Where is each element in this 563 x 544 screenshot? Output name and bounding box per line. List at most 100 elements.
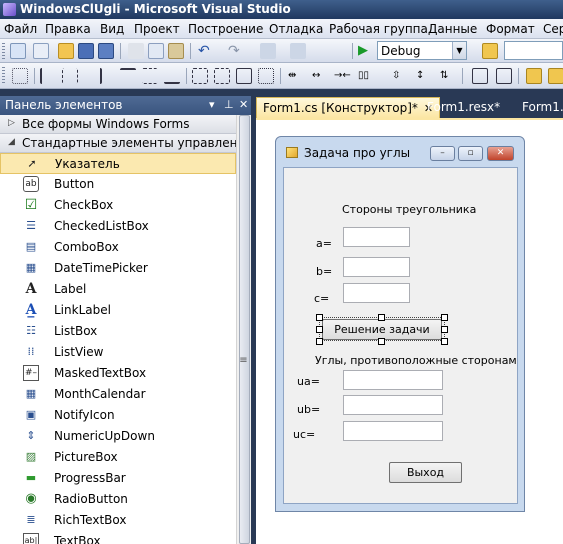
tab-form1-designer[interactable]: Form1.cs [Конструктор]* ✕ [256,97,441,118]
splitter-grip-icon[interactable]: ≡ [236,355,251,385]
exit-button[interactable]: Выход [389,462,462,483]
resize-handle[interactable] [316,338,323,345]
open-icon[interactable] [58,43,74,59]
find-combo[interactable] [504,41,563,60]
toolbar-grip[interactable] [2,67,5,83]
size-to-grid-icon[interactable] [258,68,274,84]
make-same-width-icon[interactable] [192,68,208,84]
cut-icon[interactable] [128,43,144,59]
solve-button[interactable]: Решение задачи [322,319,442,340]
start-debugging-icon[interactable]: ▶ [358,43,374,59]
menu-format[interactable]: Формат [486,22,535,36]
toolbox-item-pointer[interactable]: ➚ Указатель [0,153,236,174]
align-to-grid-icon[interactable] [12,68,28,84]
scrollbar-thumb[interactable] [239,115,250,544]
resize-handle[interactable] [441,326,448,333]
menu-project[interactable]: Проект [134,22,180,36]
horizontal-spacing-icon[interactable]: ⇹ [288,68,304,84]
toolbox-item-checkbox[interactable]: ☑ CheckBox [0,195,236,216]
decrease-horizontal-spacing-icon[interactable]: →← [334,68,351,84]
vertical-spacing-icon[interactable]: ⇳ [392,68,408,84]
menu-debug[interactable]: Отладка [269,22,323,36]
toolbox-item-notifyicon[interactable]: ▣ NotifyIcon [0,405,236,426]
align-middles-icon[interactable] [142,68,158,84]
toolbox-item-listbox[interactable]: ☷ ListBox [0,321,236,342]
toolbox-item-combobox[interactable]: ▤ ComboBox [0,237,236,258]
align-lefts-icon[interactable] [40,68,56,84]
remove-horizontal-spacing-icon[interactable]: ▯▯ [358,68,374,84]
side-a-textbox[interactable] [343,227,410,247]
toolbox-item-maskedtextbox[interactable]: #– MaskedTextBox [0,363,236,384]
bring-to-front-icon[interactable] [526,68,542,84]
menu-build[interactable]: Построение [188,22,263,36]
toolbox-group-all-forms[interactable]: ▷ Все формы Windows Forms [0,115,236,134]
menu-file[interactable]: Файл [4,22,37,36]
toolbox-item-linklabel[interactable]: A̲ LinkLabel [0,300,236,321]
copy-icon[interactable] [148,43,164,59]
solution-configuration-combo[interactable]: Debug ▼ [377,41,467,60]
maximize-icon[interactable]: ▫ [458,146,483,161]
menu-edit[interactable]: Правка [45,22,91,36]
resize-handle[interactable] [441,314,448,321]
close-icon[interactable]: ✕ [487,146,514,161]
angle-b-textbox[interactable] [343,395,443,415]
paste-icon[interactable] [168,43,184,59]
resize-handle[interactable] [378,314,385,321]
toolbox-item-datetimepicker[interactable]: ▦ DateTimePicker [0,258,236,279]
toolbox-item-numericupdown[interactable]: ⇕ NumericUpDown [0,426,236,447]
toolbox-item-listview[interactable]: ⁞⁞ ListView [0,342,236,363]
toolbar-grip[interactable] [2,43,5,59]
angle-a-textbox[interactable] [343,370,443,390]
pin-icon[interactable]: ⊥ [224,98,234,111]
toolbox-item-picturebox[interactable]: ▨ PictureBox [0,447,236,468]
angle-c-textbox[interactable] [343,421,443,441]
menu-team[interactable]: Рабочая группа [329,22,428,36]
center-horizontally-icon[interactable] [472,68,488,84]
toolbox-item-button[interactable]: ab Button [0,174,236,195]
toolbox-item-richtextbox[interactable]: ≣ RichTextBox [0,510,236,531]
add-item-icon[interactable] [33,43,49,59]
minimize-icon[interactable]: – [430,146,455,161]
side-b-textbox[interactable] [343,257,410,277]
toolbox-item-textbox[interactable]: ab| TextBox [0,531,236,544]
find-in-files-icon[interactable] [482,43,498,59]
toolbox-item-progressbar[interactable]: ▬ ProgressBar [0,468,236,489]
close-icon[interactable]: ✕ [239,98,248,111]
toolbox-item-label[interactable]: A Label [0,279,236,300]
align-rights-icon[interactable] [86,68,102,84]
decrease-vertical-spacing-icon[interactable]: ⇅ [440,68,456,84]
resize-handle[interactable] [378,338,385,345]
make-same-height-icon[interactable] [214,68,230,84]
navigate-forward-icon[interactable] [290,43,306,59]
toolbox-item-checkedlistbox[interactable]: ☰ CheckedListBox [0,216,236,237]
redo-icon[interactable]: ↷ [228,43,244,59]
tab-form1-designer-cs[interactable]: Form1.D [516,97,563,118]
toolbox-item-monthcalendar[interactable]: ▦ MonthCalendar [0,384,236,405]
align-bottoms-icon[interactable] [164,68,180,84]
menu-view[interactable]: Вид [100,22,124,36]
menu-service[interactable]: Сер [543,22,563,36]
toolbox-scrollbar[interactable] [236,115,251,544]
align-tops-icon[interactable] [120,68,136,84]
center-vertically-icon[interactable] [496,68,512,84]
designed-form[interactable]: Задача про углы – ▫ ✕ Стороны треугольни… [275,136,525,512]
send-to-back-icon[interactable] [548,68,563,84]
make-same-size-icon[interactable] [236,68,252,84]
increase-horizontal-spacing-icon[interactable]: ↔ [312,68,328,84]
tab-form1-resx[interactable]: Form1.resx* [421,97,506,118]
resize-handle[interactable] [441,338,448,345]
increase-vertical-spacing-icon[interactable]: ↕ [416,68,432,84]
toolbox-group-common-controls[interactable]: ◢ Стандартные элементы управления [0,134,251,153]
side-c-textbox[interactable] [343,283,410,303]
resize-handle[interactable] [316,326,323,333]
navigate-backward-icon[interactable] [260,43,276,59]
menu-data[interactable]: Данные [428,22,477,36]
align-centers-icon[interactable] [62,68,78,84]
undo-icon[interactable]: ↶ [198,43,214,59]
resize-handle[interactable] [316,314,323,321]
save-icon[interactable] [78,43,94,59]
window-position-icon[interactable]: ▾ [209,98,215,111]
save-all-icon[interactable] [98,43,114,59]
new-project-icon[interactable] [10,43,26,59]
toolbox-item-radiobutton[interactable]: ◉ RadioButton [0,489,236,510]
